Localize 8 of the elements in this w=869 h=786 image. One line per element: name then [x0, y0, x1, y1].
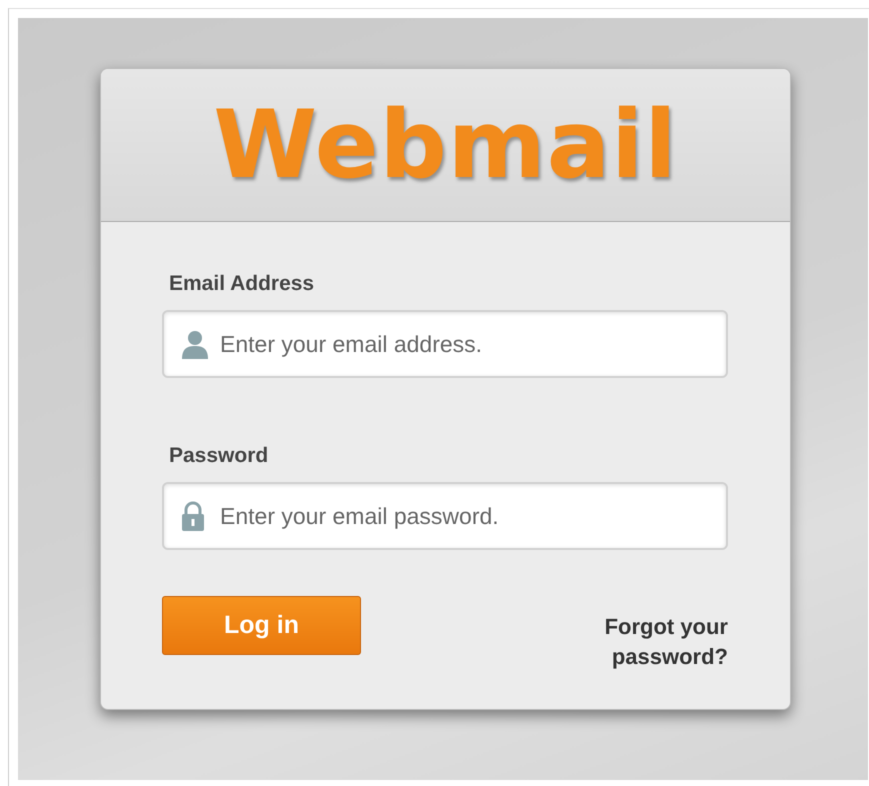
field-label: Email Address: [169, 272, 314, 296]
password-field[interactable]: Enter your email password.: [162, 482, 728, 550]
forgot-password-link[interactable]: Forgot your password?: [588, 612, 728, 672]
email-field[interactable]: Enter your email address.: [162, 310, 728, 378]
field-label: Password: [169, 444, 268, 468]
person-icon: [180, 329, 210, 359]
webmail-logo: Webmail: [213, 97, 678, 193]
lock-icon: [180, 501, 206, 531]
